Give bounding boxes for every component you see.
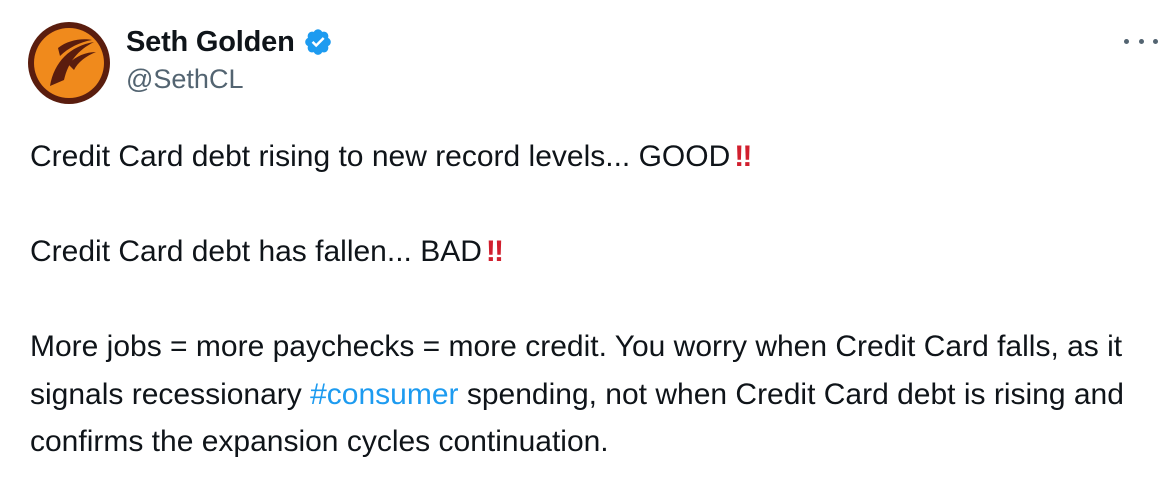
double-exclamation-emoji: ‼ [485, 235, 504, 268]
author-name-row: Seth Golden [126, 22, 333, 62]
tweet-text: Credit Card debt rising to new record le… [30, 133, 1150, 466]
more-horizontal-icon [1124, 38, 1129, 44]
tweet-paragraph-2: Credit Card debt has fallen... BAD ‼ [30, 228, 1150, 276]
author-display-name[interactable]: Seth Golden [126, 26, 295, 59]
tweet-line-2: Credit Card debt has fallen... BAD [30, 235, 482, 268]
tweet-line-1: Credit Card debt rising to new record le… [30, 140, 731, 173]
more-options-button[interactable] [1124, 26, 1158, 56]
author-handle[interactable]: @SethCL [126, 64, 243, 95]
orange-swoosh-logo-icon [34, 28, 104, 98]
avatar[interactable] [28, 22, 110, 104]
hashtag-link[interactable]: #consumer [310, 378, 458, 411]
double-exclamation-emoji: ‼ [734, 140, 752, 173]
tweet-paragraph-3: More jobs = more paychecks = more credit… [30, 323, 1150, 466]
tweet-paragraph-1: Credit Card debt rising to new record le… [30, 133, 1150, 181]
verified-badge-icon[interactable] [303, 27, 333, 57]
